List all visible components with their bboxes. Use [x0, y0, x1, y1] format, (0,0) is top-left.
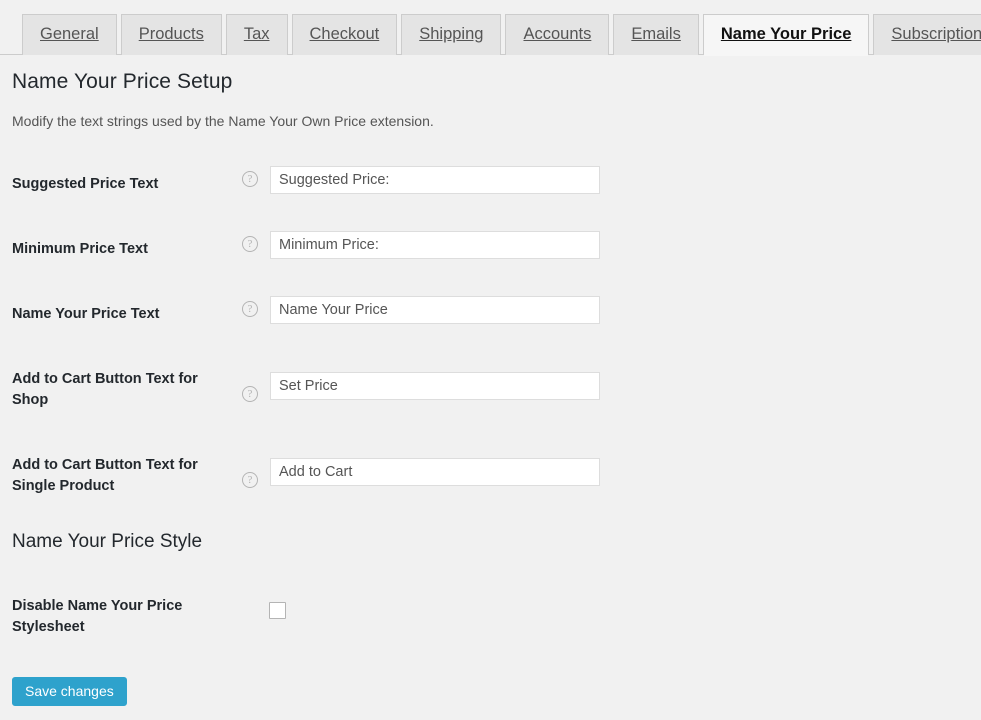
help-icon-add-to-cart-single-product[interactable]: ? — [242, 472, 258, 488]
help-icon-suggested-price-text[interactable]: ? — [242, 171, 258, 187]
input-add-to-cart-shop[interactable] — [270, 372, 600, 400]
checkbox-disable-stylesheet[interactable] — [269, 602, 286, 619]
tab-tax[interactable]: Tax — [225, 14, 288, 55]
section-title-style: Name Your Price Style — [12, 531, 203, 552]
tab-list: General Products Tax Checkout Shipping A… — [22, 14, 981, 56]
tab-accounts[interactable]: Accounts — [505, 14, 610, 55]
tab-products[interactable]: Products — [120, 14, 222, 55]
label-minimum-price-text: Minimum Price Text — [12, 241, 148, 257]
label-suggested-price-text: Suggested Price Text — [12, 176, 159, 192]
input-minimum-price-text[interactable] — [270, 231, 600, 259]
tab-checkout[interactable]: Checkout — [291, 14, 398, 55]
tab-general[interactable]: General — [22, 14, 117, 55]
tab-shipping[interactable]: Shipping — [401, 14, 502, 55]
tab-name-your-price[interactable]: Name Your Price — [702, 14, 870, 56]
tab-emails[interactable]: Emails — [613, 14, 699, 55]
input-add-to-cart-single-product[interactable] — [270, 458, 600, 486]
label-disable-stylesheet: Disable Name Your Price Stylesheet — [12, 598, 183, 635]
label-name-your-price-text: Name Your Price Text — [12, 306, 160, 322]
label-add-to-cart-single-product: Add to Cart Button Text for Single Produ… — [12, 457, 198, 494]
input-name-your-price-text[interactable] — [270, 296, 600, 324]
help-icon-minimum-price-text[interactable]: ? — [242, 236, 258, 252]
page-title: Name Your Price Setup — [12, 70, 233, 93]
save-changes-button[interactable]: Save changes — [12, 677, 127, 706]
settings-tab-bar: General Products Tax Checkout Shipping A… — [0, 14, 981, 56]
label-add-to-cart-shop: Add to Cart Button Text for Shop — [12, 371, 198, 408]
help-icon-name-your-price-text[interactable]: ? — [242, 301, 258, 317]
page-description: Modify the text strings used by the Name… — [12, 113, 434, 129]
help-icon-add-to-cart-shop[interactable]: ? — [242, 386, 258, 402]
tab-subscriptions[interactable]: Subscriptions — [873, 14, 981, 55]
input-suggested-price-text[interactable] — [270, 166, 600, 194]
